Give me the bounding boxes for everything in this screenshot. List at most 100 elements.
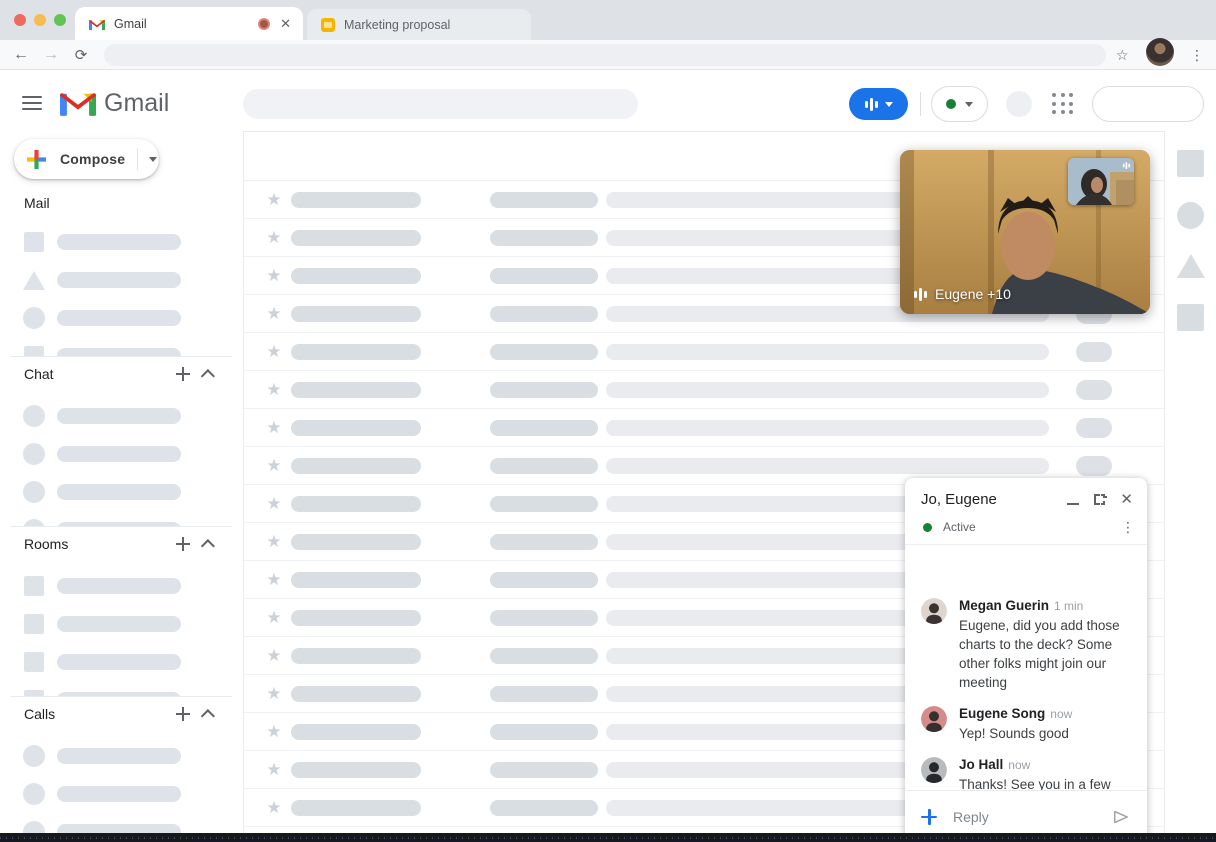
circle-placeholder-icon (23, 405, 45, 427)
sidebar-item-skeleton[interactable] (0, 223, 243, 261)
collapse-chevron-icon[interactable] (200, 539, 215, 554)
expand-icon[interactable] (1094, 494, 1106, 505)
star-icon[interactable]: ★ (265, 381, 283, 398)
star-icon[interactable]: ★ (265, 799, 283, 816)
self-view-pip[interactable] (1068, 158, 1134, 205)
search-input[interactable] (243, 89, 638, 119)
sidebar-item-skeleton[interactable] (0, 775, 243, 813)
sidebar-item-skeleton[interactable] (0, 681, 243, 696)
subject-placeholder-bar (490, 761, 598, 778)
tab-gmail[interactable]: Gmail ✕ (75, 7, 303, 40)
square-placeholder-icon (24, 346, 44, 356)
add-icon[interactable] (174, 535, 192, 553)
subject-placeholder-bar (490, 723, 598, 740)
sidebar-item-skeleton[interactable] (0, 261, 243, 299)
account-chip[interactable] (1092, 86, 1204, 122)
add-icon[interactable] (174, 365, 192, 383)
call-participants-label: Eugene +10 (935, 286, 1011, 302)
window-minimize-button[interactable] (34, 14, 46, 26)
browser-profile-avatar[interactable] (1146, 38, 1174, 66)
snippet-placeholder-bar (606, 381, 1049, 398)
chat-header[interactable]: Jo, Eugene ✕ (905, 478, 1147, 508)
sidebar-item-skeleton[interactable] (0, 337, 243, 356)
square-addon-icon[interactable] (1177, 150, 1204, 177)
sidebar-item-skeleton[interactable] (0, 737, 243, 775)
avatar (921, 757, 947, 783)
star-icon[interactable]: ★ (265, 609, 283, 626)
address-bar[interactable] (104, 44, 1106, 66)
close-icon[interactable]: ✕ (1120, 492, 1133, 507)
triangle-addon-icon[interactable] (1177, 254, 1205, 278)
reply-input[interactable]: Reply (953, 809, 1111, 825)
meet-call-button[interactable] (849, 88, 908, 120)
window-close-button[interactable] (14, 14, 26, 26)
square-addon-icon[interactable] (1177, 304, 1204, 331)
availability-status-button[interactable] (931, 86, 988, 122)
star-icon[interactable]: ★ (265, 343, 283, 360)
star-icon[interactable]: ★ (265, 267, 283, 284)
sender-placeholder-bar (291, 799, 421, 816)
star-icon[interactable]: ★ (265, 647, 283, 664)
forward-button[interactable]: → (38, 40, 64, 70)
star-icon[interactable]: ★ (265, 761, 283, 778)
tab-title: Gmail (114, 16, 147, 31)
browser-menu-icon[interactable]: ⋮ (1190, 40, 1204, 70)
chat-title: Jo, Eugene (921, 491, 997, 508)
sender-placeholder-bar (291, 723, 421, 740)
window-zoom-button[interactable] (54, 14, 66, 26)
star-icon[interactable]: ★ (265, 457, 283, 474)
email-row-skeleton[interactable]: ★ (244, 371, 1164, 409)
star-icon[interactable]: ★ (265, 685, 283, 702)
collapse-chevron-icon[interactable] (200, 369, 215, 384)
email-row-skeleton[interactable]: ★ (244, 333, 1164, 371)
label-placeholder-bar (57, 786, 181, 802)
sidebar-item-skeleton[interactable] (0, 473, 243, 511)
collapse-chevron-icon[interactable] (200, 709, 215, 724)
minimize-icon[interactable] (1067, 502, 1080, 505)
sidebar-item-skeleton[interactable] (0, 299, 243, 337)
back-button[interactable]: ← (8, 40, 34, 70)
sidebar-section-label-chat: Chat (24, 366, 54, 382)
bookmark-star-icon[interactable]: ☆ (1116, 40, 1129, 70)
star-icon[interactable]: ★ (265, 533, 283, 550)
google-apps-grid-icon[interactable] (1052, 93, 1074, 115)
sidebar-item-skeleton[interactable] (0, 567, 243, 605)
label-placeholder-bar (57, 272, 181, 288)
video-call-overlay[interactable]: Eugene +10 (900, 150, 1150, 314)
sender-placeholder-bar (291, 571, 421, 588)
star-icon[interactable]: ★ (265, 305, 283, 322)
tab-marketing-proposal[interactable]: Marketing proposal (307, 9, 531, 40)
star-icon[interactable]: ★ (265, 191, 283, 208)
star-icon[interactable]: ★ (265, 419, 283, 436)
sidebar-item-skeleton[interactable] (0, 511, 243, 526)
sidebar-item-skeleton[interactable] (0, 435, 243, 473)
circle-addon-icon[interactable] (1177, 202, 1204, 229)
tab-close-icon[interactable]: ✕ (280, 17, 291, 30)
snippet-placeholder-bar (606, 419, 1049, 436)
subject-placeholder-bar (490, 191, 598, 208)
star-icon[interactable]: ★ (265, 571, 283, 588)
message-timestamp: 1 min (1054, 599, 1084, 613)
label-placeholder-bar (57, 408, 181, 424)
sidebar-item-skeleton[interactable] (0, 643, 243, 681)
star-icon[interactable]: ★ (265, 229, 283, 246)
subject-placeholder-bar (490, 685, 598, 702)
add-icon[interactable] (174, 705, 192, 723)
screen: Gmail ✕ Marketing proposal ← → ⟳ ☆ ⋮ Gma… (0, 0, 1216, 842)
star-icon[interactable]: ★ (265, 495, 283, 512)
add-attachment-icon[interactable] (920, 808, 938, 826)
send-icon[interactable] (1111, 807, 1131, 827)
chevron-down-icon[interactable] (149, 156, 158, 162)
square-placeholder-icon (24, 690, 44, 696)
refresh-button[interactable]: ⟳ (68, 40, 94, 70)
support-icon[interactable] (1006, 91, 1032, 117)
circle-placeholder-icon (23, 519, 45, 526)
compose-button[interactable]: Compose (14, 139, 159, 179)
chat-options-icon[interactable]: ⋮ (1121, 520, 1135, 534)
star-icon[interactable]: ★ (265, 723, 283, 740)
email-row-skeleton[interactable]: ★ (244, 409, 1164, 447)
sidebar-item-skeleton[interactable] (0, 605, 243, 643)
main-menu-icon[interactable] (22, 96, 42, 110)
message-sender-name: Megan Guerin (959, 598, 1050, 613)
sidebar-item-skeleton[interactable] (0, 397, 243, 435)
